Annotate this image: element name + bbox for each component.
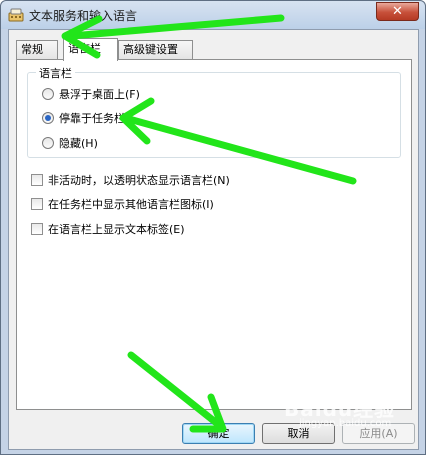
checkbox[interactable] [31,223,43,235]
checkbox-extra-icons[interactable]: 在任务栏中显示其他语言栏图标(I) [31,196,214,212]
radio-label: 悬浮于桌面上(F) [59,88,140,101]
radio-button[interactable] [42,88,54,100]
language-bar-group: 语言栏 悬浮于桌面上(F) 停靠于任务栏 隐藏(H) [27,65,401,158]
close-button[interactable]: ✕ [376,2,419,21]
language-bar-panel: 语言栏 悬浮于桌面上(F) 停靠于任务栏 隐藏(H) 非活动时，以透明状态显示语… [16,59,412,410]
window-title: 文本服务和输入语言 [29,9,138,23]
radio-float-desktop[interactable]: 悬浮于桌面上(F) [42,86,140,102]
checkbox-text-labels[interactable]: 在语言栏上显示文本标签(E) [31,221,185,237]
dialog-window: 文本服务和输入语言 ✕ 常规 语言栏 高级键设置 语言栏 悬浮于桌面上(F) 停… [0,0,426,455]
radio-label: 停靠于任务栏 [59,112,125,125]
checkbox-label: 在任务栏中显示其他语言栏图标(I) [48,198,214,211]
radio-dock-taskbar[interactable]: 停靠于任务栏 [42,110,125,126]
checkbox[interactable] [31,174,43,186]
keyboard-language-icon [8,8,24,22]
radio-button-checked[interactable] [42,112,54,124]
radio-button[interactable] [42,137,54,149]
checkbox-transparent-inactive[interactable]: 非活动时，以透明状态显示语言栏(N) [31,172,230,188]
group-title: 语言栏 [36,65,75,81]
tab-advanced-key-settings[interactable]: 高级键设置 [118,40,193,59]
dialog-client-area: 常规 语言栏 高级键设置 语言栏 悬浮于桌面上(F) 停靠于任务栏 隐藏(H) … [8,29,419,450]
checkbox-label: 在语言栏上显示文本标签(E) [48,223,185,236]
tab-language-bar[interactable]: 语言栏 [63,38,118,61]
radio-hidden[interactable]: 隐藏(H) [42,135,98,151]
title-bar[interactable]: 文本服务和输入语言 ✕ [1,1,425,29]
close-icon: ✕ [392,4,403,19]
checkbox[interactable] [31,198,43,210]
ok-button[interactable]: 确定 [182,423,255,444]
checkbox-label: 非活动时，以透明状态显示语言栏(N) [48,174,230,187]
radio-label: 隐藏(H) [59,137,98,150]
tab-general[interactable]: 常规 [16,40,58,59]
watermark-url: jingyan.baidu.com [299,418,392,429]
